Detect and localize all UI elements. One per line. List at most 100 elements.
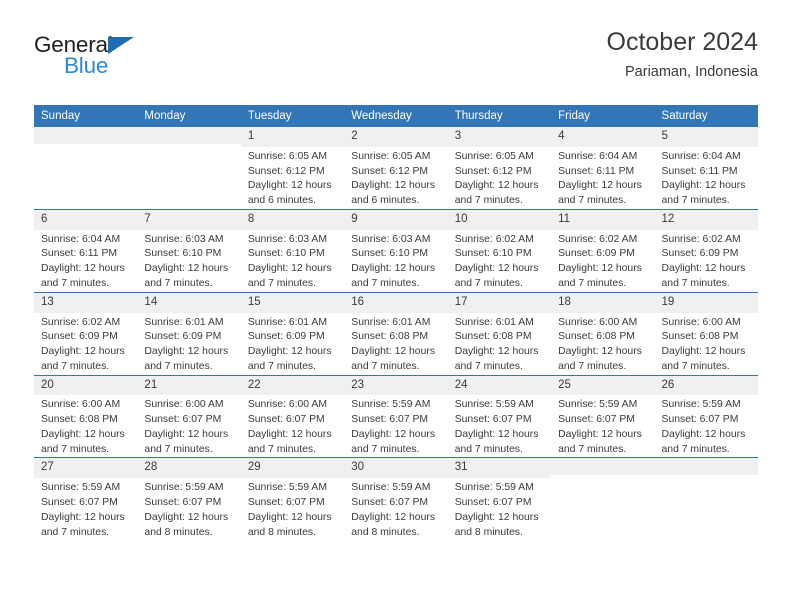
calendar-day-cell[interactable]: 22 Sunrise: 6:00 AM Sunset: 6:07 PM Dayl… <box>240 374 345 458</box>
day-number: 24 <box>447 375 552 396</box>
day-number: 8 <box>240 209 345 230</box>
weekday-header-thursday: Thursday <box>447 105 552 127</box>
day-details: Sunrise: 6:04 AM Sunset: 6:11 PM Dayligh… <box>655 147 758 209</box>
sunset-text: Sunset: 6:11 PM <box>41 248 118 260</box>
title-block: October 2024 Pariaman, Indonesia <box>607 28 759 80</box>
sunset-text: Sunset: 6:09 PM <box>558 248 635 260</box>
calendar-day-cell[interactable]: 28 Sunrise: 5:59 AM Sunset: 6:07 PM Dayl… <box>137 457 241 541</box>
calendar-day-cell[interactable]: 14 Sunrise: 6:01 AM Sunset: 6:09 PM Dayl… <box>137 291 241 376</box>
calendar-day-cell[interactable]: 27 Sunrise: 5:59 AM Sunset: 6:07 PM Dayl… <box>34 457 138 541</box>
calendar-week-row: 6 Sunrise: 6:04 AM Sunset: 6:11 PM Dayli… <box>34 208 758 293</box>
sunrise-text: Sunrise: 5:59 AM <box>144 482 224 494</box>
page-header: General Blue October 2024 Pariaman, Indo… <box>34 28 758 96</box>
sunrise-text: Sunrise: 5:59 AM <box>661 399 741 411</box>
sunrise-text: Sunrise: 6:05 AM <box>351 150 431 162</box>
daylight-text: Daylight: 12 hours and 7 minutes. <box>351 428 436 455</box>
day-details <box>137 144 240 147</box>
day-details: Sunrise: 5:59 AM Sunset: 6:07 PM Dayligh… <box>655 395 758 457</box>
calendar-day-cell[interactable]: 30 Sunrise: 5:59 AM Sunset: 6:07 PM Dayl… <box>344 457 448 541</box>
calendar-day-cell[interactable]: 24 Sunrise: 5:59 AM Sunset: 6:07 PM Dayl… <box>447 374 552 458</box>
calendar-day-cell[interactable]: 15 Sunrise: 6:01 AM Sunset: 6:09 PM Dayl… <box>240 291 345 376</box>
daylight-text: Daylight: 12 hours and 7 minutes. <box>558 428 642 455</box>
sunrise-text: Sunrise: 6:03 AM <box>351 233 431 245</box>
day-number <box>551 458 655 476</box>
calendar-day-cell[interactable]: 19 Sunrise: 6:00 AM Sunset: 6:08 PM Dayl… <box>654 291 758 376</box>
day-number: 15 <box>240 292 345 313</box>
calendar-body: 1 Sunrise: 6:05 AM Sunset: 6:12 PM Dayli… <box>34 127 758 541</box>
day-number: 17 <box>447 292 552 313</box>
daylight-text: Daylight: 12 hours and 8 minutes. <box>247 511 332 538</box>
calendar-day-cell[interactable]: 6 Sunrise: 6:04 AM Sunset: 6:11 PM Dayli… <box>34 208 138 293</box>
calendar-day-cell[interactable]: 8 Sunrise: 6:03 AM Sunset: 6:10 PM Dayli… <box>240 208 345 293</box>
sunset-text: Sunset: 6:11 PM <box>558 165 635 177</box>
sunrise-text: Sunrise: 6:01 AM <box>144 316 224 328</box>
sunrise-text: Sunrise: 6:01 AM <box>247 316 327 328</box>
sunset-text: Sunset: 6:09 PM <box>144 331 222 343</box>
calendar-day-cell[interactable]: 11 Sunrise: 6:02 AM Sunset: 6:09 PM Dayl… <box>551 208 655 293</box>
calendar-day-cell[interactable]: 29 Sunrise: 5:59 AM Sunset: 6:07 PM Dayl… <box>240 457 345 541</box>
day-number: 6 <box>34 209 138 230</box>
day-number: 2 <box>344 127 448 147</box>
calendar-day-cell[interactable]: 3 Sunrise: 6:05 AM Sunset: 6:12 PM Dayli… <box>447 127 552 209</box>
day-number: 20 <box>34 375 138 396</box>
day-details: Sunrise: 6:01 AM Sunset: 6:08 PM Dayligh… <box>448 313 551 375</box>
day-details: Sunrise: 6:05 AM Sunset: 6:12 PM Dayligh… <box>448 147 551 209</box>
calendar-day-cell[interactable]: 20 Sunrise: 6:00 AM Sunset: 6:08 PM Dayl… <box>34 374 138 458</box>
calendar-day-cell[interactable] <box>654 457 758 541</box>
day-details: Sunrise: 6:00 AM Sunset: 6:07 PM Dayligh… <box>241 395 344 457</box>
sunset-text: Sunset: 6:10 PM <box>454 248 532 260</box>
day-number: 3 <box>447 127 552 147</box>
calendar-day-cell[interactable]: 23 Sunrise: 5:59 AM Sunset: 6:07 PM Dayl… <box>344 374 448 458</box>
day-details: Sunrise: 5:59 AM Sunset: 6:07 PM Dayligh… <box>241 478 344 540</box>
calendar-day-cell[interactable] <box>34 127 138 209</box>
sunrise-text: Sunrise: 6:02 AM <box>41 316 121 328</box>
daylight-text: Daylight: 12 hours and 7 minutes. <box>41 346 125 372</box>
calendar-day-cell[interactable]: 17 Sunrise: 6:01 AM Sunset: 6:08 PM Dayl… <box>447 291 552 376</box>
sunset-text: Sunset: 6:12 PM <box>351 165 429 177</box>
calendar-day-cell[interactable]: 18 Sunrise: 6:00 AM Sunset: 6:08 PM Dayl… <box>551 291 655 376</box>
day-number: 18 <box>551 292 655 313</box>
calendar-day-cell[interactable]: 1 Sunrise: 6:05 AM Sunset: 6:12 PM Dayli… <box>240 127 345 209</box>
calendar-day-cell[interactable]: 21 Sunrise: 6:00 AM Sunset: 6:07 PM Dayl… <box>137 374 241 458</box>
calendar-day-cell[interactable] <box>551 457 655 541</box>
page-title: October 2024 <box>606 28 759 56</box>
calendar-day-cell[interactable]: 31 Sunrise: 5:59 AM Sunset: 6:07 PM Dayl… <box>447 457 552 541</box>
daylight-text: Daylight: 12 hours and 7 minutes. <box>558 263 642 289</box>
day-details: Sunrise: 6:02 AM Sunset: 6:09 PM Dayligh… <box>551 230 654 292</box>
sunset-text: Sunset: 6:12 PM <box>454 165 532 177</box>
day-details: Sunrise: 6:02 AM Sunset: 6:10 PM Dayligh… <box>448 230 551 292</box>
sunrise-text: Sunrise: 6:02 AM <box>454 233 534 245</box>
calendar-day-cell[interactable]: 13 Sunrise: 6:02 AM Sunset: 6:09 PM Dayl… <box>34 291 138 376</box>
day-number: 7 <box>137 209 241 230</box>
day-number: 31 <box>447 458 552 479</box>
daylight-text: Daylight: 12 hours and 7 minutes. <box>661 428 746 455</box>
day-number: 11 <box>551 209 655 230</box>
sunset-text: Sunset: 6:11 PM <box>661 165 738 177</box>
weekday-header-sunday: Sunday <box>34 105 138 127</box>
day-number: 4 <box>551 127 655 147</box>
weekday-header-tuesday: Tuesday <box>240 105 345 127</box>
calendar-day-cell[interactable]: 25 Sunrise: 5:59 AM Sunset: 6:07 PM Dayl… <box>551 374 655 458</box>
calendar-day-cell[interactable]: 26 Sunrise: 5:59 AM Sunset: 6:07 PM Dayl… <box>654 374 758 458</box>
day-number: 30 <box>344 458 448 479</box>
calendar-day-cell[interactable]: 16 Sunrise: 6:01 AM Sunset: 6:08 PM Dayl… <box>344 291 448 376</box>
sunrise-text: Sunrise: 6:04 AM <box>661 150 741 162</box>
calendar-day-cell[interactable]: 5 Sunrise: 6:04 AM Sunset: 6:11 PM Dayli… <box>654 127 758 209</box>
calendar-table: Sunday Monday Tuesday Wednesday Thursday… <box>34 105 758 541</box>
sunset-text: Sunset: 6:10 PM <box>247 248 325 260</box>
calendar-day-cell[interactable]: 9 Sunrise: 6:03 AM Sunset: 6:10 PM Dayli… <box>344 208 448 293</box>
day-number: 14 <box>137 292 241 313</box>
weekday-header-saturday: Saturday <box>654 105 758 127</box>
calendar-day-cell[interactable]: 12 Sunrise: 6:02 AM Sunset: 6:09 PM Dayl… <box>654 208 758 293</box>
daylight-text: Daylight: 12 hours and 7 minutes. <box>351 263 436 289</box>
sunrise-text: Sunrise: 6:00 AM <box>144 399 224 411</box>
sunrise-text: Sunrise: 5:59 AM <box>351 399 431 411</box>
calendar-day-cell[interactable]: 4 Sunrise: 6:04 AM Sunset: 6:11 PM Dayli… <box>551 127 655 209</box>
sunrise-text: Sunrise: 6:00 AM <box>41 399 121 411</box>
calendar-day-cell[interactable]: 2 Sunrise: 6:05 AM Sunset: 6:12 PM Dayli… <box>344 127 448 209</box>
calendar-day-cell[interactable] <box>137 127 241 209</box>
sunrise-text: Sunrise: 6:04 AM <box>41 233 121 245</box>
calendar-day-cell[interactable]: 10 Sunrise: 6:02 AM Sunset: 6:10 PM Dayl… <box>447 208 552 293</box>
sunset-text: Sunset: 6:07 PM <box>454 414 532 426</box>
calendar-day-cell[interactable]: 7 Sunrise: 6:03 AM Sunset: 6:10 PM Dayli… <box>137 208 241 293</box>
